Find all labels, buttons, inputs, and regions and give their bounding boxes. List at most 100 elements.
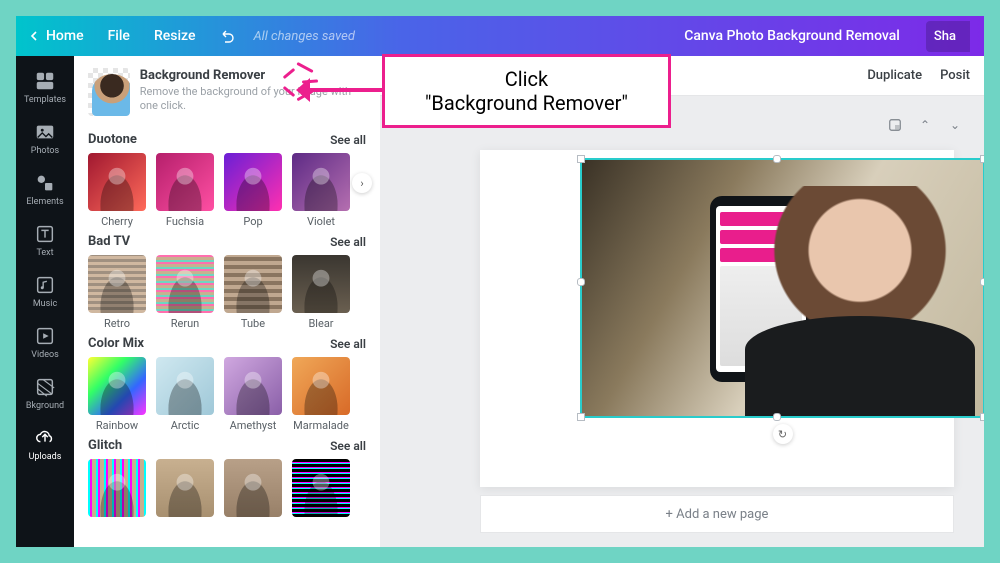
duplicate-button[interactable]: Duplicate bbox=[867, 68, 922, 83]
effect-swatch[interactable]: Retro bbox=[88, 255, 146, 330]
section-title: Glitch bbox=[88, 438, 122, 453]
resize-menu[interactable]: Resize bbox=[154, 28, 196, 44]
image-person bbox=[745, 186, 975, 416]
swatch-label: Tube bbox=[241, 317, 265, 330]
resize-handle-mr[interactable] bbox=[980, 278, 984, 286]
effects-panel: Background Remover Remove the background… bbox=[74, 56, 380, 547]
swatch-preview bbox=[156, 153, 214, 211]
effect-swatch[interactable]: Amethyst bbox=[224, 357, 282, 432]
swatch-preview bbox=[224, 153, 282, 211]
callout-line1: Click bbox=[425, 67, 628, 91]
swatch-preview bbox=[88, 459, 146, 517]
swatch-preview bbox=[292, 357, 350, 415]
top-menubar: Home File Resize All changes saved Canva… bbox=[16, 16, 984, 56]
effect-swatch[interactable]: Rerun bbox=[156, 255, 214, 330]
rail-photos[interactable]: Photos bbox=[16, 115, 74, 162]
see-all-link[interactable]: See all bbox=[330, 235, 366, 249]
background-remover-thumb bbox=[88, 68, 130, 116]
resize-handle-tm[interactable] bbox=[773, 155, 781, 163]
rail-elements[interactable]: Elements bbox=[16, 166, 74, 213]
swatch-label: Pop bbox=[243, 215, 262, 228]
add-page-button[interactable]: + Add a new page bbox=[480, 495, 954, 533]
resize-handle-ml[interactable] bbox=[577, 278, 585, 286]
rail-background[interactable]: Bkground bbox=[16, 370, 74, 417]
annotation-arrow bbox=[296, 76, 388, 106]
swatch-preview bbox=[224, 357, 282, 415]
rotate-handle[interactable]: ↻ bbox=[773, 424, 793, 444]
section-title: Color Mix bbox=[88, 336, 144, 351]
design-page[interactable]: ↻ bbox=[480, 150, 954, 487]
effect-swatch[interactable] bbox=[224, 459, 282, 521]
effect-swatch[interactable]: Pop bbox=[224, 153, 282, 228]
swatch-label: Cherry bbox=[101, 215, 133, 228]
swatch-label: Blear bbox=[308, 317, 333, 330]
effect-swatch[interactable] bbox=[88, 459, 146, 521]
swatch-preview bbox=[88, 255, 146, 313]
effect-swatch[interactable]: Arctic bbox=[156, 357, 214, 432]
effect-section: Bad TV See all Retro Rerun Tube Blear bbox=[88, 234, 366, 330]
effect-swatch[interactable]: Tube bbox=[224, 255, 282, 330]
document-title[interactable]: Canva Photo Background Removal bbox=[684, 28, 900, 44]
annotation-callout: Click "Background Remover" bbox=[382, 54, 671, 128]
page-down-icon[interactable]: ⌄ bbox=[942, 112, 968, 138]
share-button[interactable]: Sha bbox=[926, 21, 970, 52]
swatch-label: Retro bbox=[104, 317, 130, 330]
swatch-preview bbox=[156, 255, 214, 313]
effect-swatch[interactable]: Blear bbox=[292, 255, 350, 330]
section-title: Duotone bbox=[88, 132, 137, 147]
undo-button[interactable] bbox=[219, 28, 235, 44]
swatch-preview bbox=[224, 255, 282, 313]
swatch-label: Rerun bbox=[171, 317, 199, 330]
effect-section: Color Mix See all Rainbow Arctic Amethyst Mar… bbox=[88, 336, 366, 432]
resize-handle-bl[interactable] bbox=[577, 413, 585, 421]
rail-text[interactable]: Text bbox=[16, 217, 74, 264]
rail-templates[interactable]: Templates bbox=[16, 64, 74, 111]
swatch-preview bbox=[88, 357, 146, 415]
selected-image[interactable]: ↻ bbox=[580, 158, 984, 418]
home-label: Home bbox=[46, 28, 84, 44]
callout-line2: "Background Remover" bbox=[425, 91, 628, 115]
section-title: Bad TV bbox=[88, 234, 130, 249]
page-notes-icon[interactable] bbox=[882, 112, 908, 138]
scroll-right-icon[interactable]: › bbox=[352, 173, 372, 193]
resize-handle-tl[interactable] bbox=[577, 155, 585, 163]
home-button[interactable]: Home bbox=[30, 28, 84, 44]
swatch-label: Rainbow bbox=[96, 419, 138, 432]
left-rail: Templates Photos Elements Text Music Vid… bbox=[16, 56, 74, 547]
swatch-label: Amethyst bbox=[230, 419, 277, 432]
page-up-icon[interactable]: ⌃ bbox=[912, 112, 938, 138]
effect-swatch[interactable]: Fuchsia bbox=[156, 153, 214, 228]
see-all-link[interactable]: See all bbox=[330, 439, 366, 453]
swatch-label: Arctic bbox=[171, 419, 200, 432]
effect-swatch[interactable] bbox=[156, 459, 214, 521]
swatch-preview bbox=[156, 357, 214, 415]
swatch-label: Violet bbox=[307, 215, 335, 228]
see-all-link[interactable]: See all bbox=[330, 337, 366, 351]
position-button[interactable]: Posit bbox=[940, 68, 970, 83]
effect-section: DuotoneSee allCherryFuchsiaPopViolet› bbox=[88, 132, 366, 228]
effect-swatch[interactable]: Marmalade bbox=[292, 357, 350, 432]
rail-music[interactable]: Music bbox=[16, 268, 74, 315]
effect-swatch[interactable]: Rainbow bbox=[88, 357, 146, 432]
swatch-label: Marmalade bbox=[293, 419, 349, 432]
swatch-label: Fuchsia bbox=[166, 215, 204, 228]
swatch-preview bbox=[156, 459, 214, 517]
effect-section: Glitch See all bbox=[88, 438, 366, 521]
resize-handle-br[interactable] bbox=[980, 413, 984, 421]
resize-handle-tr[interactable] bbox=[980, 155, 984, 163]
swatch-preview bbox=[88, 153, 146, 211]
file-menu[interactable]: File bbox=[108, 28, 130, 44]
rail-videos[interactable]: Videos bbox=[16, 319, 74, 366]
swatch-preview bbox=[292, 459, 350, 517]
effect-swatch[interactable] bbox=[292, 459, 350, 521]
effect-swatch[interactable]: Violet bbox=[292, 153, 350, 228]
effect-swatch[interactable]: Cherry bbox=[88, 153, 146, 228]
swatch-preview bbox=[292, 255, 350, 313]
resize-handle-bm[interactable] bbox=[773, 413, 781, 421]
swatch-preview bbox=[292, 153, 350, 211]
canvas-stage[interactable]: ⌃ ⌄ ↻ bbox=[380, 96, 984, 547]
rail-uploads[interactable]: Uploads bbox=[16, 421, 74, 468]
swatch-preview bbox=[224, 459, 282, 517]
see-all-link[interactable]: See all bbox=[330, 133, 366, 147]
save-status: All changes saved bbox=[253, 29, 354, 44]
